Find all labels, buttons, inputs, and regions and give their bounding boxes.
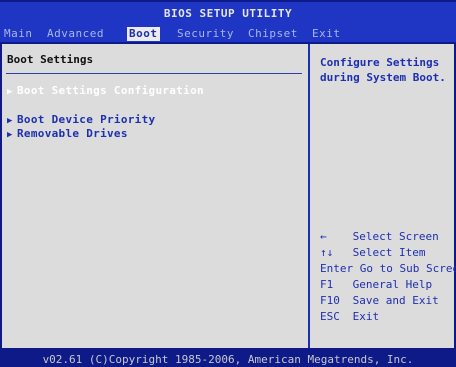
menu-item-removable-drives[interactable]: ▶ Removable Drives: [7, 127, 128, 141]
menu-item-boot-settings-configuration[interactable]: ▶ Boot Settings Configuration: [7, 84, 204, 98]
key-legend: ← Select Screen ↑↓ Select Item Enter Go …: [320, 229, 456, 325]
section-title: Boot Settings: [7, 53, 94, 66]
item-label: Boot Settings Configuration: [17, 84, 204, 97]
key-description: Save and Exit: [352, 294, 439, 307]
key-label: ←: [320, 230, 327, 243]
help-text: Configure Settings during System Boot.: [320, 56, 446, 84]
tab-chipset[interactable]: Chipset: [248, 27, 298, 41]
key-label: Enter: [320, 262, 354, 275]
key-row: ← Select Screen: [320, 229, 456, 245]
key-description: General Help: [352, 278, 433, 291]
tab-boot[interactable]: Boot: [127, 27, 160, 41]
app-title: BIOS SETUP UTILITY: [163, 7, 293, 20]
key-description: Select Item: [352, 246, 426, 259]
tab-advanced[interactable]: Advanced: [47, 27, 104, 41]
key-label: F10: [320, 294, 340, 307]
arrow-right-icon: ▶: [7, 87, 13, 97]
key-label: ↑↓: [320, 246, 334, 259]
footer-bar: v02.61 (C)Copyright 1985-2006, American …: [0, 349, 456, 367]
key-row: F1 General Help: [320, 277, 456, 293]
menu-bar: Main Advanced Boot Security Chipset Exit: [0, 27, 456, 41]
key-row: ESC Exit: [320, 309, 456, 325]
main-panel: Boot Settings ▶ Boot Settings Configurati…: [2, 44, 456, 348]
bios-screen: BIOS SETUP UTILITY Main Advanced Boot Se…: [0, 0, 456, 367]
key-row: Enter Go to Sub Screen: [320, 261, 456, 277]
top-bar: BIOS SETUP UTILITY Main Advanced Boot Se…: [0, 2, 456, 42]
section-divider: [6, 73, 302, 74]
key-description: Exit: [352, 310, 380, 323]
menu-item-boot-device-priority[interactable]: ▶ Boot Device Priority: [7, 113, 155, 127]
arrow-right-icon: ▶: [7, 116, 13, 126]
item-label: Boot Device Priority: [17, 113, 156, 126]
key-description: Select Screen: [352, 230, 439, 243]
key-label: ESC: [320, 310, 340, 323]
arrow-right-icon: ▶: [7, 130, 13, 140]
tab-exit[interactable]: Exit: [312, 27, 341, 41]
tab-main[interactable]: Main: [4, 27, 33, 41]
key-row: F10 Save and Exit: [320, 293, 456, 309]
settings-pane: Boot Settings ▶ Boot Settings Configurati…: [2, 44, 308, 348]
tab-security[interactable]: Security: [177, 27, 234, 41]
item-label: Removable Drives: [17, 127, 128, 140]
key-row: ↑↓ Select Item: [320, 245, 456, 261]
copyright-text: v02.61 (C)Copyright 1985-2006, American …: [42, 353, 414, 366]
help-pane: Configure Settings during System Boot. ←…: [310, 44, 456, 348]
key-description: Go to Sub Screen: [359, 262, 456, 275]
key-label: F1: [320, 278, 334, 291]
